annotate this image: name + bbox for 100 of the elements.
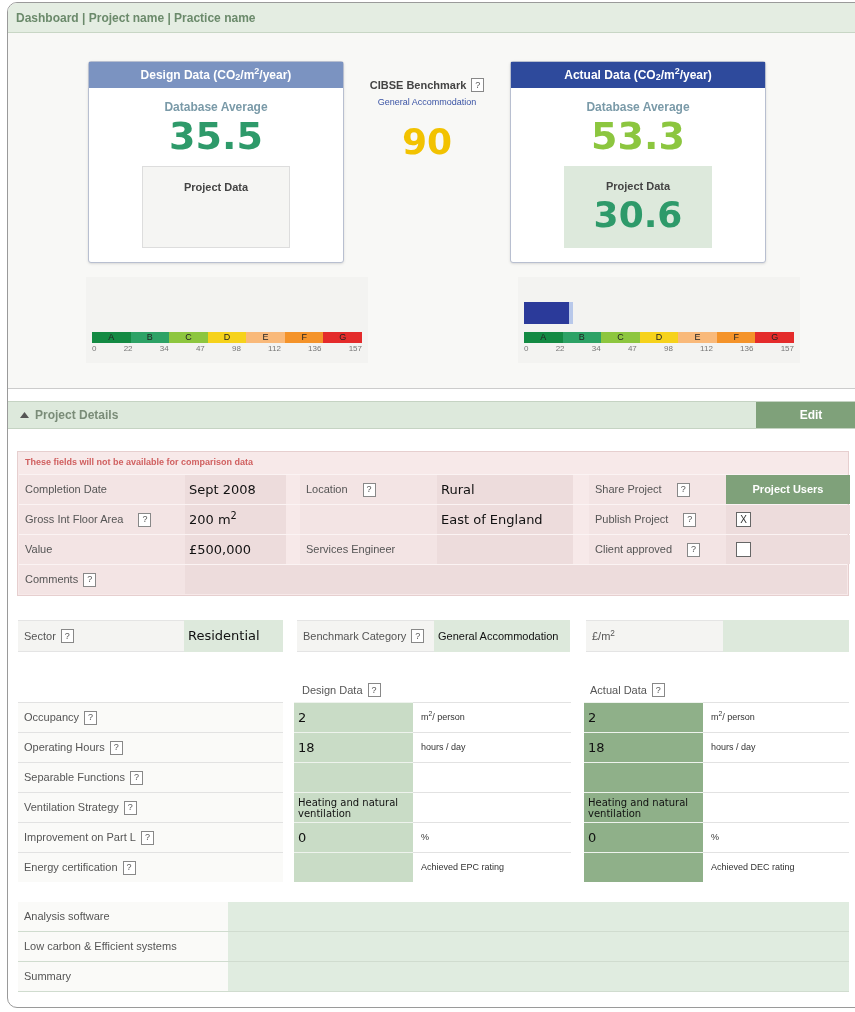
rating-band: F xyxy=(716,332,756,343)
help-button[interactable]: ? xyxy=(367,683,381,697)
scale-tick: 98 xyxy=(664,345,673,353)
rating-band: A xyxy=(92,332,131,343)
rating-band: B xyxy=(130,332,170,343)
unit-label: hours / day xyxy=(421,740,466,754)
field-value: £500,000 xyxy=(189,540,252,559)
input-field[interactable]: Heating and natural ventilation xyxy=(294,792,413,822)
rating-band: E xyxy=(678,332,717,343)
field-value: Rural xyxy=(441,480,475,499)
field-label: Operating Hours xyxy=(24,740,105,756)
help-button[interactable]: ? xyxy=(138,512,152,527)
input-field[interactable]: 2 xyxy=(294,702,413,732)
column-header: Actual Data xyxy=(590,682,647,698)
scale-tick: 34 xyxy=(591,345,601,353)
field-value: 200 m$^{2}$ xyxy=(189,509,237,529)
help-button[interactable]: ? xyxy=(676,482,690,497)
input-field[interactable]: 0 xyxy=(584,822,703,852)
scale-tick: 0 xyxy=(524,345,529,353)
help-button[interactable]: ? xyxy=(84,710,98,725)
scale-tick: 136 xyxy=(740,345,754,353)
rating-band: D xyxy=(207,332,247,343)
card-header: Actual Data (CO$_{2}$/m$^{2}$/year) xyxy=(511,62,765,88)
section-title: Project Details xyxy=(35,407,119,424)
rating-band: E xyxy=(246,332,285,343)
benchmark-value: 90 xyxy=(401,120,453,164)
field-label: Ventilation Strategy xyxy=(24,800,119,816)
checkbox[interactable] xyxy=(736,542,751,557)
input-field[interactable] xyxy=(294,762,413,792)
average-value: 35.5 xyxy=(169,116,263,156)
help-button[interactable]: ? xyxy=(362,482,376,497)
input-field[interactable] xyxy=(584,762,703,792)
help-button[interactable]: ? xyxy=(122,860,136,875)
field-label: Separable Functions xyxy=(24,770,125,786)
input-field[interactable] xyxy=(294,852,413,882)
notice-text: These fields will not be available for comparison data xyxy=(24,456,255,470)
help-button[interactable]: ? xyxy=(687,542,701,557)
rating-band: D xyxy=(639,332,679,343)
help-button[interactable]: ? xyxy=(129,770,143,785)
field-value: General Accommodation xyxy=(438,628,559,644)
scale-tick: 157 xyxy=(348,345,362,353)
unit-label: % xyxy=(421,830,429,844)
field-value: Heating and natural ventilation xyxy=(588,796,690,819)
field-label: Services Engineer xyxy=(306,542,396,558)
comments-field[interactable] xyxy=(185,565,847,594)
rating-band: G xyxy=(755,332,795,343)
help-button[interactable]: ? xyxy=(83,572,97,587)
unit-label: hours / day xyxy=(711,740,756,754)
average-label: Database Average xyxy=(164,99,268,116)
field-label: Benchmark Category xyxy=(303,628,407,644)
help-button[interactable]: ? xyxy=(683,512,697,527)
input-field[interactable]: 0 xyxy=(294,822,413,852)
rating-band: G xyxy=(323,332,363,343)
input-field[interactable]: 18 xyxy=(294,732,413,762)
field-label: Share Project xyxy=(595,482,662,498)
collapse-icon[interactable] xyxy=(20,412,29,418)
field-value: 0 xyxy=(588,828,597,847)
project-data-label: Project Data xyxy=(605,179,671,194)
input-field[interactable] xyxy=(228,902,849,931)
field-value: 0 xyxy=(298,828,307,847)
help-button[interactable]: ? xyxy=(123,800,137,815)
unit-label: Achieved EPC rating xyxy=(421,860,505,874)
scale-tick: 112 xyxy=(268,345,281,353)
help-button[interactable]: ? xyxy=(651,683,665,697)
field-label: Low carbon & Efficient systems xyxy=(24,939,177,955)
scale-tick: 98 xyxy=(232,345,241,353)
input-field[interactable] xyxy=(584,852,703,882)
field-label: Occupancy xyxy=(24,710,80,726)
field-label: Sector xyxy=(24,628,56,644)
scale-tick: 47 xyxy=(195,345,205,353)
help-button[interactable]: ? xyxy=(471,78,485,93)
input-field[interactable]: 2 xyxy=(584,702,703,732)
unit-label: m$^{2}$/ person xyxy=(711,710,755,724)
help-button[interactable]: ? xyxy=(411,629,425,643)
help-button[interactable]: ? xyxy=(109,740,123,755)
checkbox[interactable]: X xyxy=(736,512,751,527)
project-data-label: Project Data xyxy=(183,180,249,195)
scale-tick: 47 xyxy=(627,345,637,353)
field-value: 18 xyxy=(588,738,605,757)
input-field[interactable]: Heating and natural ventilation xyxy=(584,792,703,822)
field-label: Value xyxy=(25,542,53,558)
field-value: Sept 2008 xyxy=(189,480,256,499)
help-button[interactable]: ? xyxy=(60,629,74,643)
scale-tick: 0 xyxy=(92,345,97,353)
unit-label: Achieved DEC rating xyxy=(711,860,795,874)
column-header: Design Data xyxy=(302,682,363,698)
field-value: 2 xyxy=(588,708,597,727)
rating-band: F xyxy=(284,332,324,343)
field-label: Completion Date xyxy=(25,482,107,498)
input-field[interactable] xyxy=(228,962,849,991)
input-field[interactable]: 18 xyxy=(584,732,703,762)
scale-tick: 112 xyxy=(700,345,713,353)
field-label: Location xyxy=(306,482,348,498)
help-button[interactable]: ? xyxy=(140,830,154,845)
project-data-value: 30.6 xyxy=(593,194,683,235)
rating-band: C xyxy=(601,332,640,343)
field-label: £/m$^{2}$ xyxy=(592,627,615,644)
input-field[interactable] xyxy=(228,932,849,961)
scale-tick: 136 xyxy=(308,345,322,353)
average-value: 53.3 xyxy=(591,116,685,156)
